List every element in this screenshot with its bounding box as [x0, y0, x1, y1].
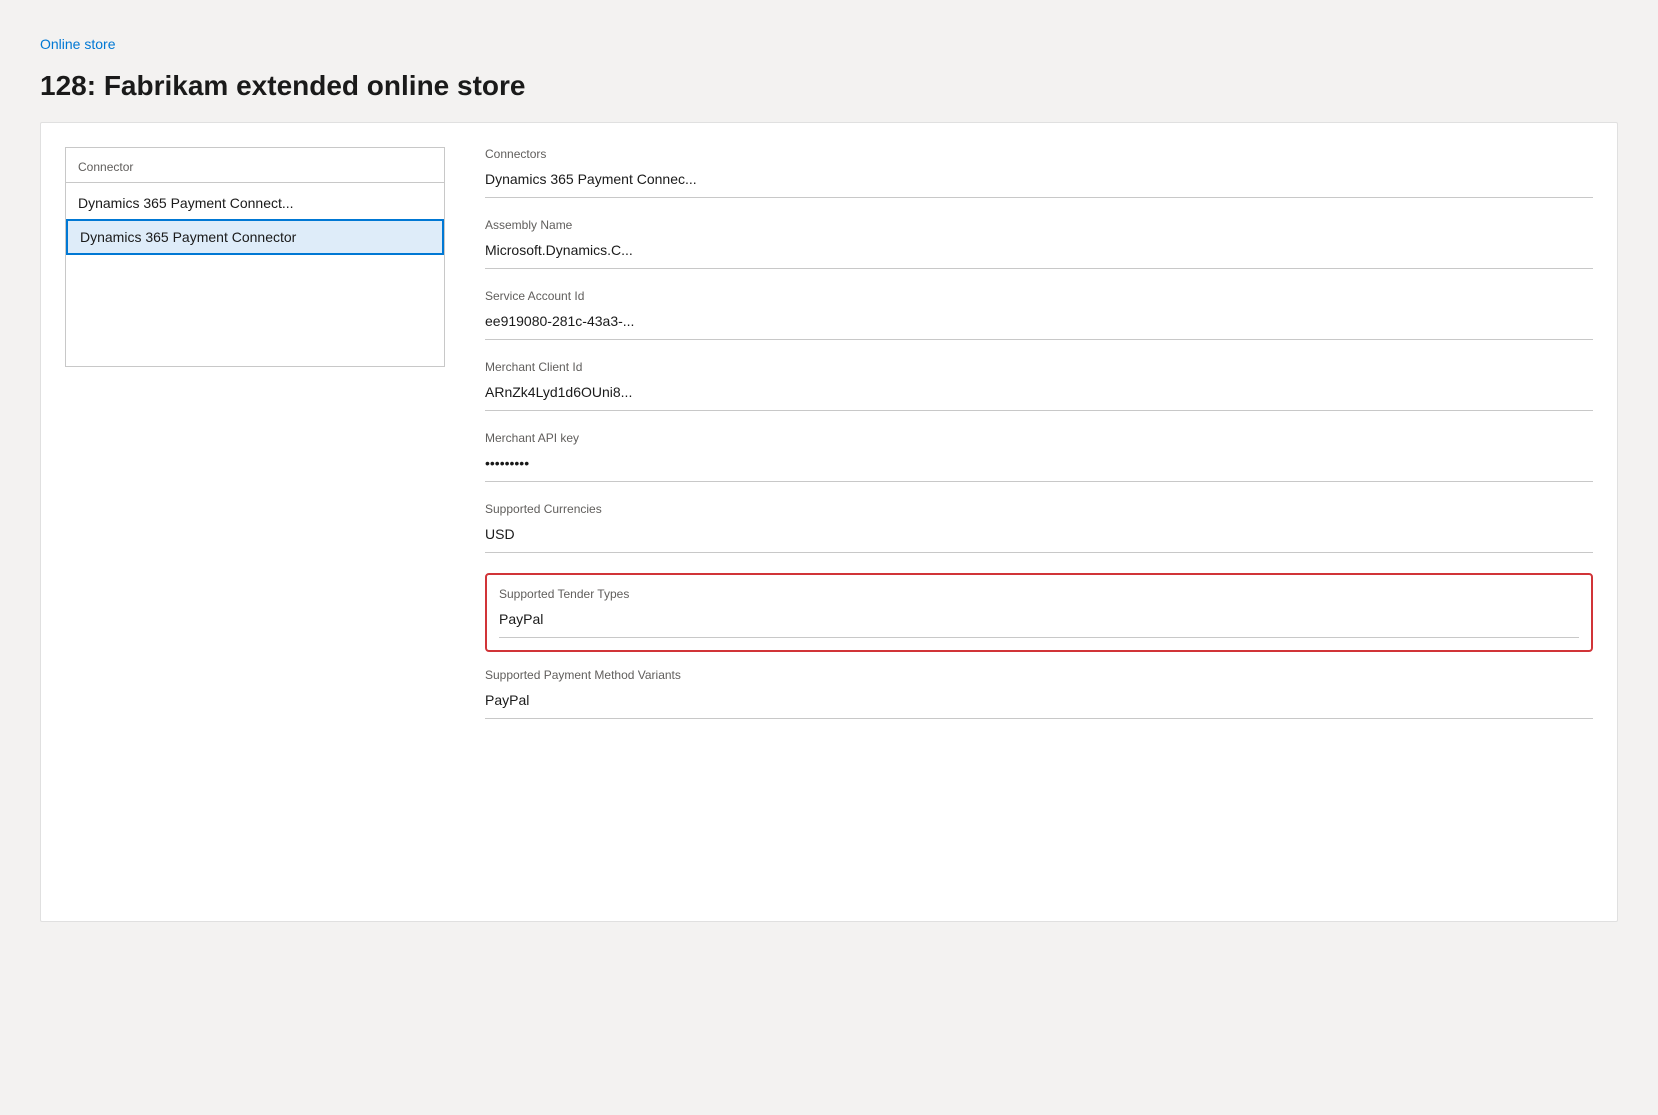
merchant-api-key-label: Merchant API key: [485, 431, 1593, 445]
assembly-name-label: Assembly Name: [485, 218, 1593, 232]
supported-payment-method-variants-label: Supported Payment Method Variants: [485, 668, 1593, 682]
field-supported-currencies: Supported Currencies USD: [485, 502, 1593, 553]
field-service-account-id: Service Account Id ee919080-281c-43a3-..…: [485, 289, 1593, 340]
breadcrumb: Online store: [40, 20, 1618, 62]
connector-list-label: Connector: [66, 156, 444, 183]
supported-currencies-label: Supported Currencies: [485, 502, 1593, 516]
breadcrumb-link[interactable]: Online store: [40, 36, 115, 52]
connector-list-item-2[interactable]: Dynamics 365 Payment Connector: [66, 219, 444, 255]
field-connectors: Connectors Dynamics 365 Payment Connec..…: [485, 147, 1593, 198]
supported-payment-method-variants-value: PayPal: [485, 688, 1593, 716]
merchant-api-key-value: •••••••••: [485, 451, 1593, 479]
field-merchant-api-key: Merchant API key •••••••••: [485, 431, 1593, 482]
page-title: 128: Fabrikam extended online store: [40, 62, 1618, 122]
supported-tender-types-label: Supported Tender Types: [499, 587, 1579, 601]
service-account-id-value: ee919080-281c-43a3-...: [485, 309, 1593, 337]
content-area: Connector Dynamics 365 Payment Connect..…: [40, 122, 1618, 922]
right-panel: Connectors Dynamics 365 Payment Connec..…: [485, 147, 1593, 897]
service-account-id-label: Service Account Id: [485, 289, 1593, 303]
field-assembly-name: Assembly Name Microsoft.Dynamics.C...: [485, 218, 1593, 269]
supported-tender-types-value: PayPal: [499, 607, 1579, 635]
field-supported-payment-method-variants: Supported Payment Method Variants PayPal: [485, 668, 1593, 719]
connectors-label: Connectors: [485, 147, 1593, 161]
field-merchant-client-id: Merchant Client Id ARnZk4Lyd1d6OUni8...: [485, 360, 1593, 411]
connector-list-item-1[interactable]: Dynamics 365 Payment Connect...: [66, 187, 444, 219]
merchant-client-id-label: Merchant Client Id: [485, 360, 1593, 374]
supported-tender-types-box: Supported Tender Types PayPal: [485, 573, 1593, 652]
left-panel: Connector Dynamics 365 Payment Connect..…: [65, 147, 445, 897]
connector-list: Connector Dynamics 365 Payment Connect..…: [65, 147, 445, 367]
connectors-value: Dynamics 365 Payment Connec...: [485, 167, 1593, 195]
merchant-client-id-value: ARnZk4Lyd1d6OUni8...: [485, 380, 1593, 408]
page-wrapper: Online store 128: Fabrikam extended onli…: [0, 0, 1658, 962]
supported-currencies-value: USD: [485, 522, 1593, 550]
assembly-name-value: Microsoft.Dynamics.C...: [485, 238, 1593, 266]
